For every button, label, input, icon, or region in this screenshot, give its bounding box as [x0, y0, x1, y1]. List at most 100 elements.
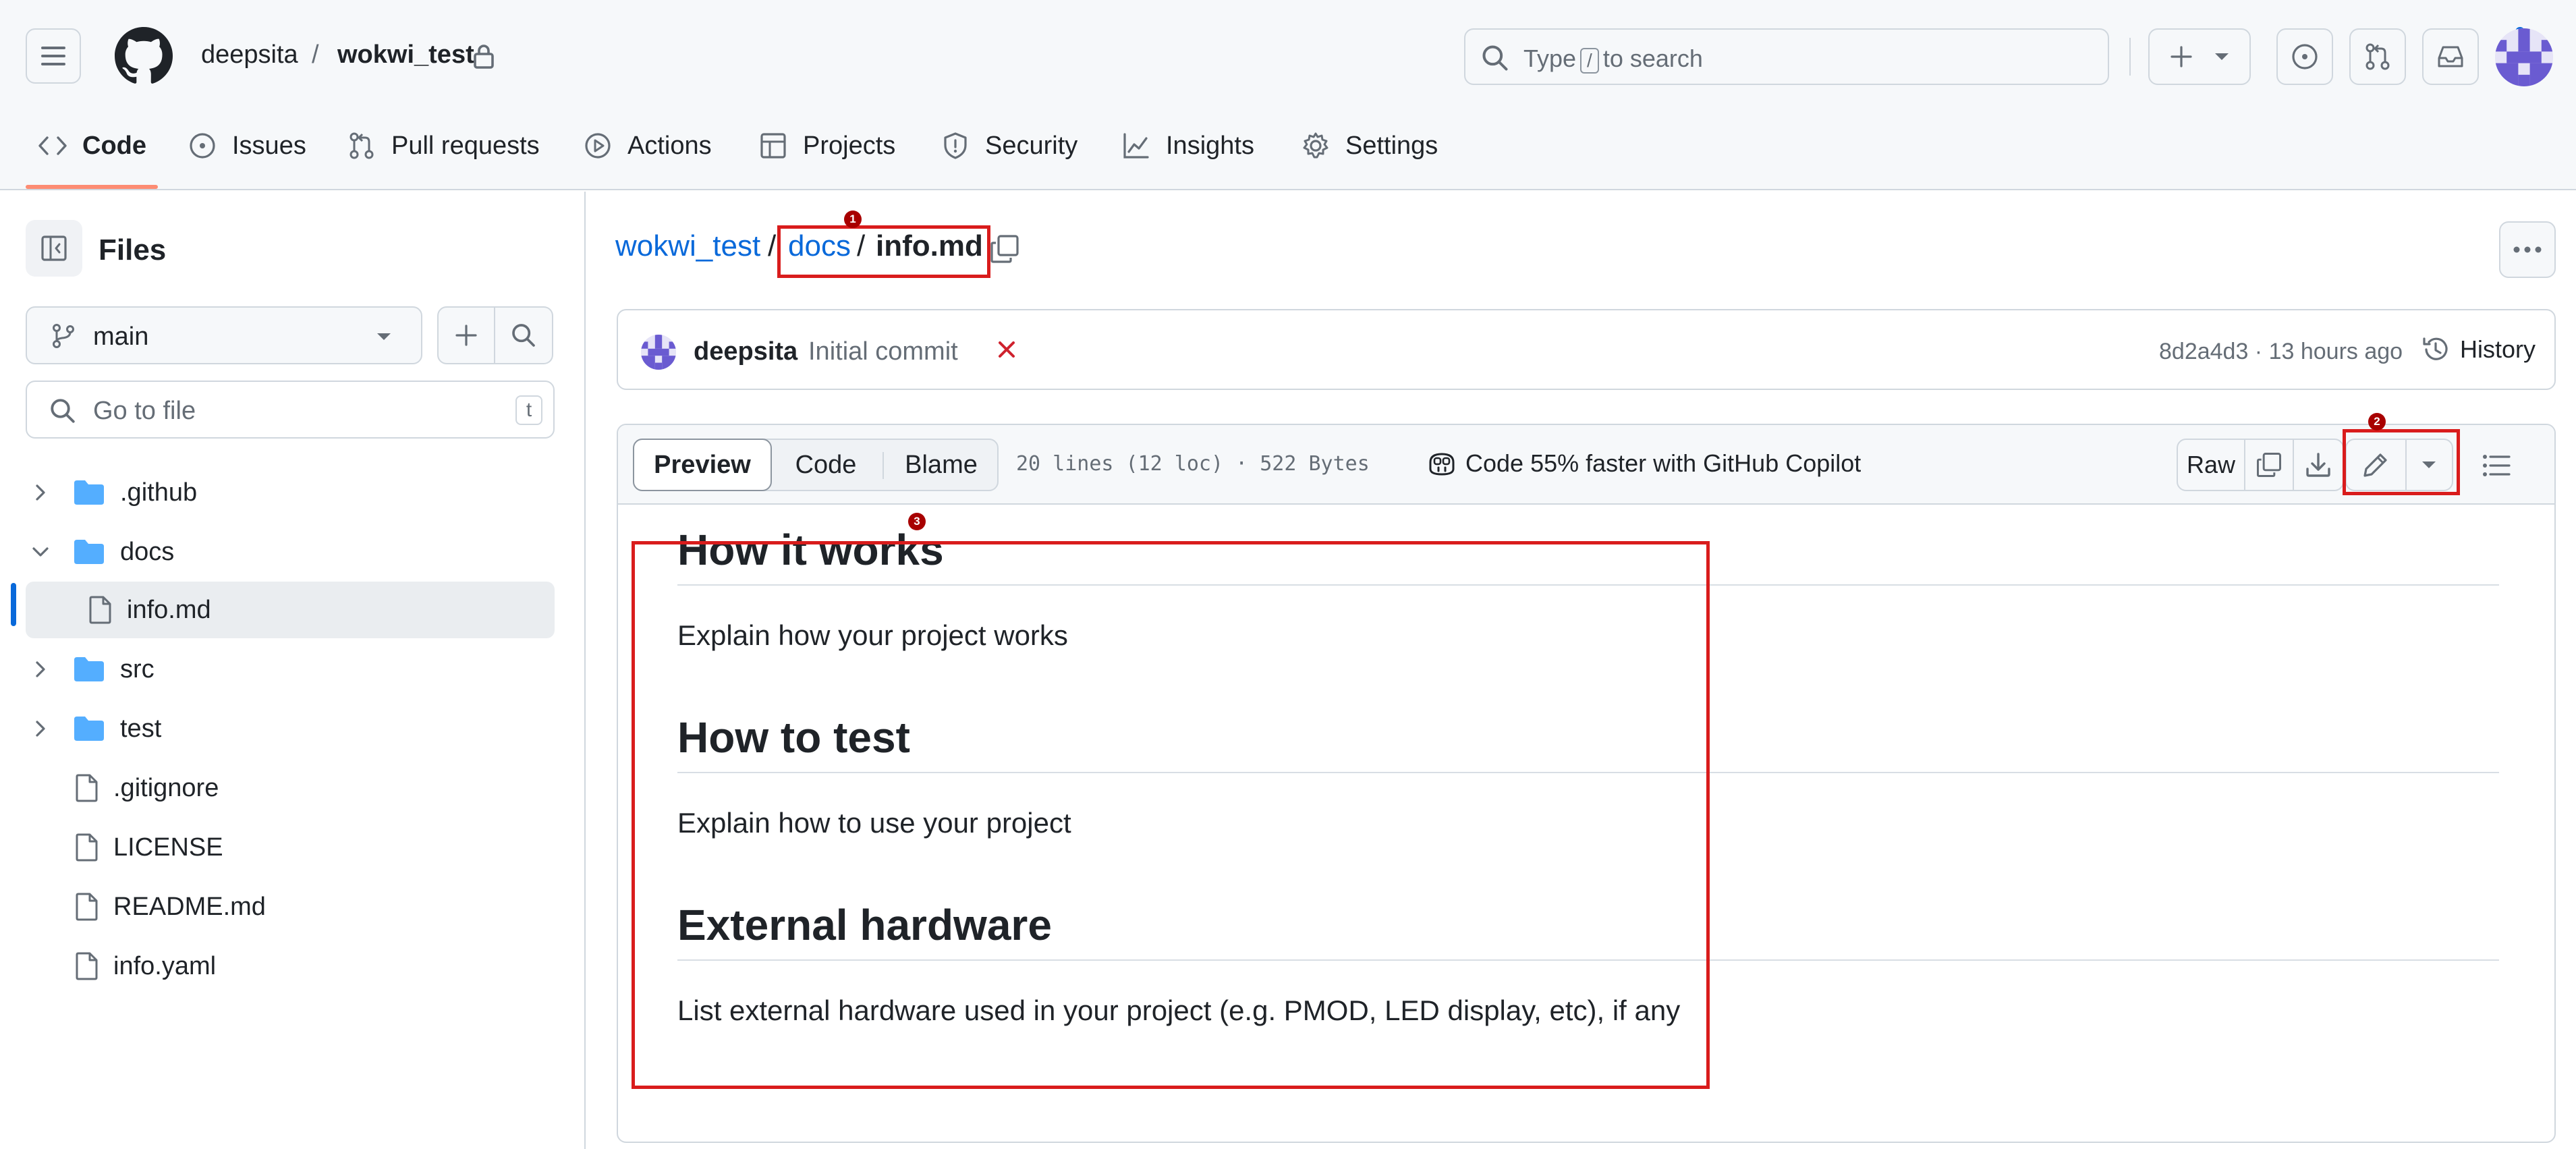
tree-item-docs-folder[interactable]: docs — [26, 524, 555, 580]
file-icon — [89, 596, 111, 624]
copilot-promo-label: Code 55% faster with GitHub Copilot — [1465, 449, 1861, 477]
file-icon — [76, 893, 98, 921]
file-actions-group: Raw — [2177, 439, 2344, 491]
history-button[interactable]: History — [2421, 335, 2536, 364]
repo-name-link[interactable]: wokwi_test — [337, 40, 474, 69]
repo-separator: / — [312, 40, 319, 69]
tree-item-readme[interactable]: README.md — [26, 878, 555, 935]
github-logo-icon[interactable] — [115, 27, 173, 85]
global-header: deepsita / wokwi_test Type / to search Cod… — [0, 0, 2576, 190]
tree-item-label: .gitignore — [113, 773, 219, 802]
tree-item-gitignore[interactable]: .gitignore — [26, 760, 555, 816]
branch-selector[interactable]: main — [26, 306, 422, 364]
tab-insights-label: Insights — [1166, 131, 1254, 160]
tab-actions[interactable]: Actions — [583, 125, 712, 166]
raw-button[interactable]: Raw — [2178, 440, 2244, 490]
annotation-box-1 — [777, 225, 990, 278]
tree-item-label: info.yaml — [113, 951, 217, 980]
search-files-button[interactable] — [495, 306, 553, 364]
tab-pull-requests-label: Pull requests — [391, 131, 540, 160]
list-unordered-icon — [2483, 455, 2511, 476]
annotation-marker-3: 3 — [908, 513, 926, 530]
download-button[interactable] — [2293, 440, 2343, 490]
tab-code[interactable]: Code — [38, 125, 146, 166]
go-to-file-input[interactable]: Go to file t — [26, 381, 555, 439]
go-to-file-placeholder: Go to file — [93, 397, 196, 425]
code-view-button[interactable]: Code — [772, 439, 880, 491]
file-tree-sidebar: Files main Go to file t .github docs inf… — [0, 192, 586, 1149]
identicon-icon — [641, 335, 676, 370]
play-icon — [585, 133, 611, 159]
user-avatar[interactable] — [2495, 28, 2553, 86]
breadcrumb-repo-link[interactable]: wokwi_test — [615, 229, 760, 263]
tab-security-label: Security — [985, 131, 1078, 160]
branch-name: main — [93, 323, 149, 351]
search-input[interactable]: Type / to search — [1464, 28, 2109, 85]
repo-owner-link[interactable]: deepsita — [201, 40, 298, 69]
tab-pull-requests[interactable]: Pull requests — [347, 125, 540, 166]
pull-request-icon — [2365, 43, 2390, 70]
tree-item-info-yaml[interactable]: info.yaml — [26, 938, 555, 994]
preview-view-button[interactable]: Preview — [633, 439, 772, 491]
folder-icon — [74, 480, 104, 505]
commit-author-avatar[interactable] — [641, 335, 676, 370]
tree-item-label: test — [120, 714, 162, 743]
create-new-button[interactable] — [2148, 28, 2251, 85]
outline-button[interactable] — [2471, 440, 2522, 491]
tree-item-src-folder[interactable]: src — [26, 641, 555, 698]
chevron-right-icon — [36, 721, 45, 737]
identicon-icon — [2495, 28, 2553, 86]
search-icon — [512, 324, 535, 347]
annotation-box-2 — [2343, 429, 2460, 495]
search-icon — [1482, 45, 1508, 71]
copy-icon[interactable] — [989, 233, 1020, 264]
menu-button[interactable] — [26, 28, 81, 84]
tab-settings[interactable]: Settings — [1301, 125, 1438, 166]
more-options-button[interactable] — [2499, 221, 2556, 278]
breadcrumb-separator: / — [768, 229, 777, 262]
tab-security[interactable]: Security — [941, 125, 1077, 166]
folder-icon — [74, 717, 104, 741]
tree-item-label: README.md — [113, 892, 266, 921]
tree-item-info-md[interactable]: info.md — [26, 582, 555, 638]
tab-projects-label: Projects — [803, 131, 896, 160]
history-icon — [2423, 337, 2448, 360]
issues-button[interactable] — [2276, 28, 2333, 85]
shield-icon — [944, 132, 967, 159]
tree-item-test-folder[interactable]: test — [26, 700, 555, 757]
chevron-right-icon — [36, 484, 45, 501]
graph-icon — [1123, 133, 1149, 159]
issue-icon — [2292, 44, 2318, 69]
inbox-button[interactable] — [2422, 28, 2479, 85]
folder-icon — [74, 657, 104, 681]
tree-item-github-folder[interactable]: .github — [26, 464, 555, 521]
commit-message[interactable]: Initial commit — [808, 337, 958, 366]
tree-item-license[interactable]: LICENSE — [26, 819, 555, 876]
tab-issues[interactable]: Issues — [188, 125, 306, 166]
tab-issues-label: Issues — [232, 131, 306, 160]
annotation-marker-1: 1 — [844, 211, 862, 228]
issue-icon — [190, 133, 215, 159]
lock-icon — [474, 45, 494, 69]
table-icon — [760, 133, 786, 159]
annotation-box-3 — [632, 541, 1710, 1089]
code-icon — [38, 136, 67, 155]
tab-settings-label: Settings — [1345, 131, 1438, 160]
collapse-sidebar-button[interactable] — [26, 220, 82, 277]
commit-hash-time[interactable]: 8d2a4d3 · 13 hours ago — [2159, 339, 2403, 365]
tree-item-label: docs — [120, 537, 175, 566]
caret-down-icon — [377, 333, 391, 340]
tab-insights[interactable]: Insights — [1121, 125, 1254, 166]
go-to-file-shortcut: t — [515, 395, 542, 425]
file-icon — [76, 774, 98, 802]
history-label: History — [2460, 335, 2536, 363]
tab-actions-label: Actions — [627, 131, 712, 160]
add-file-button[interactable] — [437, 306, 495, 364]
copy-raw-button[interactable] — [2244, 440, 2293, 490]
tab-projects[interactable]: Projects — [758, 125, 895, 166]
check-failed-icon[interactable] — [993, 336, 1020, 363]
pull-requests-button[interactable] — [2349, 28, 2406, 85]
blame-view-button[interactable]: Blame — [884, 439, 999, 491]
copilot-promo-link[interactable]: Code 55% faster with GitHub Copilot — [1426, 449, 1861, 478]
commit-author[interactable]: deepsita — [694, 337, 797, 366]
